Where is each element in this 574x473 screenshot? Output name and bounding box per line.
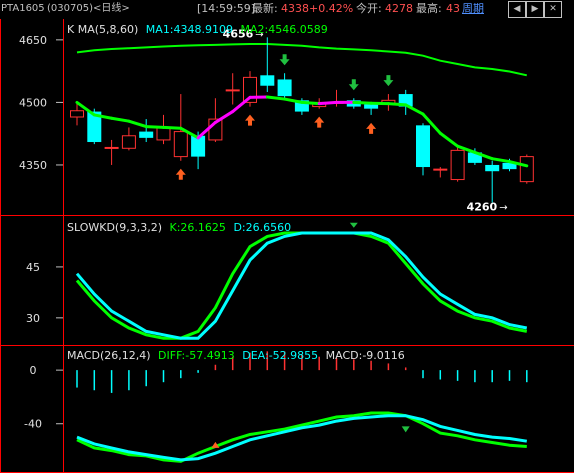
sell-arrow-icon [383,75,394,87]
macd-panel: 0 -40 [24,351,528,463]
ma-fast-line [162,125,183,130]
y-tick-label: 4650 [19,34,47,47]
macd-indicator-title: MACD(26,12,4) [67,349,151,362]
ma1-value: MA1:4348.9109 [145,23,234,36]
high-price-label: 最高: [416,2,442,15]
slowkd-panel: 45 30 [26,222,528,340]
macd-sell-arrow-icon [401,426,410,433]
macd-value: MACD:-9.0116 [325,349,405,362]
ma-fast-line [110,116,131,123]
y-tick-label: 0 [30,364,37,377]
change-percent: +0.42% [309,2,354,15]
ma-slow-line [76,43,528,77]
diff-value: DIFF:-57.4913 [158,349,235,362]
ma-fast-line [127,119,148,129]
close-icon[interactable]: ✕ [544,1,562,18]
sell-arrow-icon [279,54,290,66]
high-price-value: 43 [446,2,460,15]
candle-body [225,89,240,92]
k-value: K:26.1625 [169,221,226,234]
candle-body [519,156,534,183]
open-price-label: 今开: [356,2,382,15]
sell-arrow-icon [348,79,359,91]
ma-fast-line [386,102,408,107]
candle-body [260,75,275,86]
y-tick-label: 4350 [19,159,47,172]
kd-sell-arrow-icon [349,222,358,228]
dea-line [76,414,528,462]
low-price-annotation: 4260 [467,200,498,213]
d-line [75,231,528,340]
code-period-label: (030705)<日线> [47,3,130,14]
kline-chart[interactable]: 4650450043504656 →4260 → 4530 0-40 [0,19,574,473]
y-tick-label: -40 [24,418,42,431]
quote-header: PTA1605 (030705)<日线> [14:59:59] 最新: 4338… [0,0,574,19]
latest-price-value: 4338 [281,2,309,15]
k-line [75,231,528,340]
candle-body [364,104,379,109]
ma-fast-line [265,95,287,101]
candle-body [156,126,171,141]
ma-fast-line [300,100,321,106]
symbol-label: PTA1605 [1,3,45,14]
ma-fast-line [352,100,373,105]
ma-fast-line [438,131,460,148]
d-value: D:26.6560 [233,221,292,234]
ma2-value: MA2:4546.0589 [240,23,328,36]
buy-arrow-icon [245,114,255,126]
low-arrow-icon: → [499,202,507,213]
price-panel: 4650450043504656 →4260 → [19,27,534,213]
ma-fast-line [213,110,235,124]
y-tick-label: 30 [26,312,40,325]
dea-value: DEA:-52.9855 [242,349,319,362]
macd-panel-header: MACD(26,12,4) DIFF:-57.4913 DEA:-52.9855… [67,350,405,362]
time-label: [14:59:59] [197,2,255,15]
candle-body [173,131,188,158]
ma-fast-line [231,95,252,114]
candle-body [104,146,119,149]
candle-body [121,135,136,149]
kd-panel-header: SLOWKD(9,3,3,2) K:26.1625 D:26.6560 [67,222,291,234]
y-tick-label: 45 [26,261,40,274]
candle-body [450,149,465,181]
kd-indicator-title: SLOWKD(9,3,3,2) [67,221,163,234]
buy-arrow-icon [175,168,186,180]
open-price-value: 4278 [385,2,413,15]
y-tick-label: 4500 [19,96,47,109]
ma-fast-line [490,157,511,164]
prev-arrow-icon[interactable]: ◀ [508,1,526,18]
period-link[interactable]: 周期 [462,3,484,15]
ma-fast-line [283,97,304,104]
ma-fast-line [144,125,165,129]
buy-arrow-icon [314,116,325,128]
ma-fast-line [404,103,425,116]
candle-body [70,110,84,118]
next-arrow-icon[interactable]: ▶ [526,1,544,18]
price-indicator-title: K MA(5,8,60) [67,23,139,36]
candle-body [485,164,500,172]
candle-body [416,125,430,168]
candle-body [139,131,154,138]
candle-body [277,79,292,97]
candle-body [433,168,448,171]
buy-arrow-icon [366,122,377,134]
latest-price-label: 最新: [252,2,278,15]
ma-fast-line [317,100,338,106]
price-panel-header: K MA(5,8,60) MA1:4348.9109 MA2:4546.0589 [67,24,328,36]
